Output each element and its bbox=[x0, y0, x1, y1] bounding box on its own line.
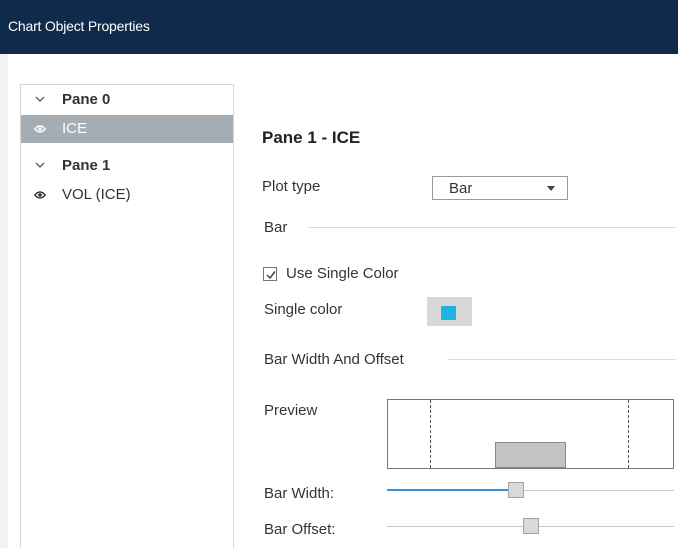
preview-label: Preview bbox=[264, 402, 318, 419]
preview-guide-left bbox=[430, 400, 431, 468]
tree-item-label: VOL (ICE) bbox=[62, 186, 131, 203]
chevron-down-icon[interactable] bbox=[34, 92, 46, 106]
color-swatch bbox=[441, 306, 456, 320]
slider-thumb[interactable] bbox=[523, 518, 539, 534]
section-divider bbox=[448, 359, 676, 360]
tree-item-vol-ice[interactable]: VOL (ICE) bbox=[21, 181, 233, 209]
bar-width-slider[interactable] bbox=[387, 481, 674, 501]
single-color-label: Single color bbox=[264, 301, 343, 318]
chevron-down-icon[interactable] bbox=[34, 158, 46, 172]
tree-item-pane-1[interactable]: Pane 1 bbox=[21, 152, 233, 180]
slider-fill bbox=[387, 489, 509, 491]
pane-title: Pane 1 - ICE bbox=[262, 128, 361, 147]
bar-preview bbox=[387, 399, 674, 469]
series-tree: Pane 0 ICE Pane 1 VOL (ICE) bbox=[20, 84, 234, 548]
eye-icon[interactable] bbox=[34, 190, 46, 200]
tree-item-ice[interactable]: ICE bbox=[21, 115, 233, 143]
single-color-picker[interactable] bbox=[427, 297, 472, 326]
slider-thumb[interactable] bbox=[508, 482, 524, 498]
preview-bar bbox=[495, 442, 566, 468]
tree-item-label: Pane 1 bbox=[62, 157, 111, 174]
bar-offset-slider[interactable] bbox=[387, 517, 674, 537]
dialog-title: Chart Object Properties bbox=[8, 18, 150, 34]
tree-item-label: ICE bbox=[62, 120, 88, 137]
plot-type-select[interactable]: Bar bbox=[432, 176, 568, 200]
plot-type-value: Bar bbox=[449, 180, 473, 197]
dialog-titlebar: Chart Object Properties bbox=[0, 0, 678, 54]
tree-item-label: Pane 0 bbox=[62, 91, 111, 108]
caret-down-icon bbox=[547, 186, 555, 191]
tree-item-pane-0[interactable]: Pane 0 bbox=[21, 86, 233, 114]
use-single-color-label: Use Single Color bbox=[286, 265, 399, 282]
bar-width-offset-section-label: Bar Width And Offset bbox=[264, 351, 404, 368]
plot-type-label: Plot type bbox=[262, 178, 321, 195]
preview-guide-right bbox=[628, 400, 629, 468]
left-gutter bbox=[0, 54, 8, 548]
eye-icon[interactable] bbox=[34, 124, 46, 134]
use-single-color-checkbox[interactable] bbox=[263, 267, 277, 281]
bar-section-label: Bar bbox=[264, 219, 288, 236]
checkmark-icon bbox=[266, 271, 276, 280]
properties-panel: Pane 1 - ICE Plot type Bar Bar Use Singl… bbox=[235, 84, 678, 548]
bar-width-label: Bar Width: bbox=[264, 485, 335, 502]
section-divider bbox=[309, 227, 676, 228]
bar-offset-label: Bar Offset: bbox=[264, 521, 336, 538]
